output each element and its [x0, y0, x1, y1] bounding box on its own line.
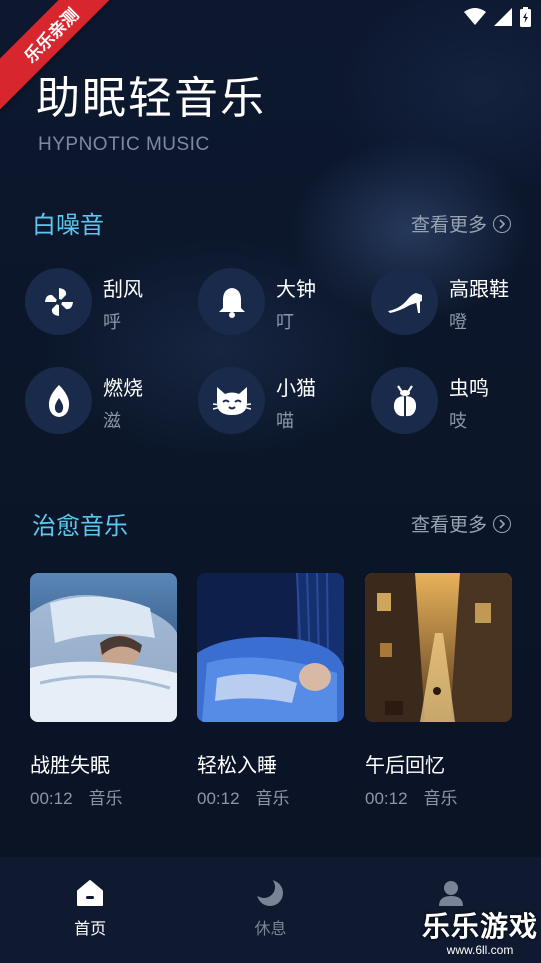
card-title: 午后回忆: [365, 753, 445, 777]
card-title: 战胜失眠: [30, 753, 110, 777]
music-card[interactable]: 战胜失眠 00:12 音乐: [30, 573, 177, 809]
see-more-label: 查看更多: [410, 214, 487, 236]
card-type: 音乐: [255, 789, 290, 809]
noise-item-wind[interactable]: 刮风 呼: [25, 268, 195, 338]
cat-icon: [198, 367, 265, 434]
noise-name: 大钟: [276, 277, 316, 301]
user-icon: [438, 881, 463, 906]
watermark-title: 乐乐游戏: [421, 910, 538, 943]
white-noise-title: 白噪音: [32, 211, 104, 239]
noise-sound: 滋: [103, 411, 121, 432]
wifi-icon: [464, 8, 486, 25]
tab-label: 首页: [74, 919, 107, 938]
noise-item-bell[interactable]: 大钟 叮: [198, 268, 368, 338]
app-subtitle: HYPNOTIC MUSIC: [38, 134, 210, 155]
fan-icon: [25, 268, 92, 335]
chevron-right-icon: [493, 214, 511, 233]
tab-rest[interactable]: 休息: [180, 857, 360, 963]
watermark-url: www.6ll.com: [446, 943, 514, 957]
noise-sound: 叮: [276, 312, 294, 333]
card-meta: 00:12 音乐: [30, 784, 123, 809]
high-heel-icon: [371, 268, 438, 335]
tab-label: 休息: [254, 919, 287, 938]
insect-icon: [371, 367, 438, 434]
noise-name: 虫鸣: [449, 376, 489, 400]
card-meta: 00:12 音乐: [197, 784, 290, 809]
chevron-right-icon: [493, 514, 511, 533]
card-type: 音乐: [88, 789, 123, 809]
noise-sound: 喵: [276, 411, 294, 432]
noise-name: 小猫: [276, 376, 316, 400]
moon-icon: [256, 879, 284, 906]
bell-icon: [198, 268, 265, 335]
healing-music-see-more[interactable]: 查看更多: [411, 510, 511, 537]
noise-item-insect[interactable]: 虫鸣 吱: [371, 367, 541, 437]
card-title: 轻松入睡: [197, 753, 277, 777]
card-duration: 00:12: [365, 789, 408, 808]
noise-item-cat[interactable]: 小猫 喵: [198, 367, 368, 437]
music-card[interactable]: 午后回忆 00:12 音乐: [365, 573, 512, 809]
card-image-sleeping-baby: [197, 573, 344, 722]
card-image-sleeping-woman: [30, 573, 177, 722]
home-icon: [77, 880, 104, 906]
battery-charging-icon: [520, 7, 531, 27]
noise-item-fire[interactable]: 燃烧 滋: [25, 367, 195, 437]
card-duration: 00:12: [197, 789, 240, 808]
card-duration: 00:12: [30, 789, 73, 808]
app-title: 助眠轻音乐: [36, 73, 266, 124]
card-image-alley-scene: [365, 573, 512, 722]
tab-home[interactable]: 首页: [0, 857, 180, 963]
flame-icon: [25, 367, 92, 434]
noise-name: 燃烧: [103, 376, 143, 400]
music-card[interactable]: 轻松入睡 00:12 音乐: [197, 573, 344, 809]
noise-name: 高跟鞋: [449, 277, 509, 301]
card-type: 音乐: [423, 789, 458, 809]
card-meta: 00:12 音乐: [365, 784, 458, 809]
see-more-label: 查看更多: [410, 514, 487, 536]
noise-sound: 噔: [449, 312, 467, 333]
noise-item-heels[interactable]: 高跟鞋 噔: [371, 268, 541, 338]
noise-sound: 吱: [449, 411, 467, 432]
noise-name: 刮风: [103, 277, 143, 301]
signal-icon: [494, 8, 512, 26]
site-watermark: 乐乐游戏 www.6ll.com: [421, 905, 539, 957]
noise-sound: 呼: [103, 312, 121, 333]
healing-music-title: 治愈音乐: [32, 512, 128, 540]
white-noise-see-more[interactable]: 查看更多: [411, 210, 511, 237]
